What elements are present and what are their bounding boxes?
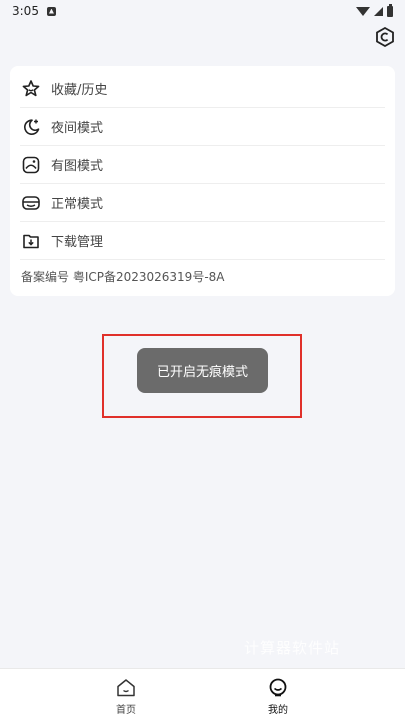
status-bar: 3:05 <box>0 0 405 22</box>
menu-item-label: 夜间模式 <box>51 121 104 136</box>
status-time: 3:05 <box>12 4 39 18</box>
toast-text: 已开启无痕模式 <box>156 365 248 380</box>
menu-item-label: 正常模式 <box>51 197 104 212</box>
icp-record: 备案编号 粤ICP备2023026319号-8A <box>21 270 225 284</box>
menu-item-downloads[interactable]: 下载管理 <box>20 222 385 260</box>
wifi-icon <box>356 6 370 16</box>
star-icon <box>20 78 42 100</box>
menu-item-night-mode[interactable]: 夜间模式 <box>20 108 385 146</box>
battery-icon <box>387 3 393 17</box>
menu-item-label: 下载管理 <box>51 235 104 250</box>
mask-icon <box>20 192 42 214</box>
download-icon <box>20 230 42 252</box>
menu-item-label: 有图模式 <box>51 159 104 174</box>
status-left: 3:05 <box>12 4 56 18</box>
nav-label: 首页 <box>116 705 136 716</box>
menu-card: 收藏/历史 夜间模式 有图模式 正常模式 下载管理 备案编号 粤ICP备2023… <box>10 66 395 296</box>
moon-icon <box>20 116 42 138</box>
nav-label: 我的 <box>268 705 288 716</box>
profile-icon <box>269 678 287 697</box>
menu-item-image-mode[interactable]: 有图模式 <box>20 146 385 184</box>
signal-icon <box>374 6 383 16</box>
nav-item-profile[interactable]: 我的 <box>248 677 308 716</box>
watermark: 计算器软件站 <box>244 639 341 657</box>
menu-item-label: 收藏/历史 <box>51 83 108 98</box>
status-right <box>356 3 393 17</box>
hexagon-c-icon <box>376 27 394 47</box>
home-icon <box>117 679 135 697</box>
image-mode-icon <box>20 154 42 176</box>
menu-item-favorites[interactable]: 收藏/历史 <box>20 70 385 108</box>
bottom-nav: 首页 我的 <box>0 668 405 720</box>
menu-item-normal-mode[interactable]: 正常模式 <box>20 184 385 222</box>
notification-icon <box>46 6 56 16</box>
toast-message: 已开启无痕模式 <box>137 348 268 393</box>
hexagon-c-button[interactable] <box>375 27 395 47</box>
nav-item-home[interactable]: 首页 <box>96 677 156 716</box>
